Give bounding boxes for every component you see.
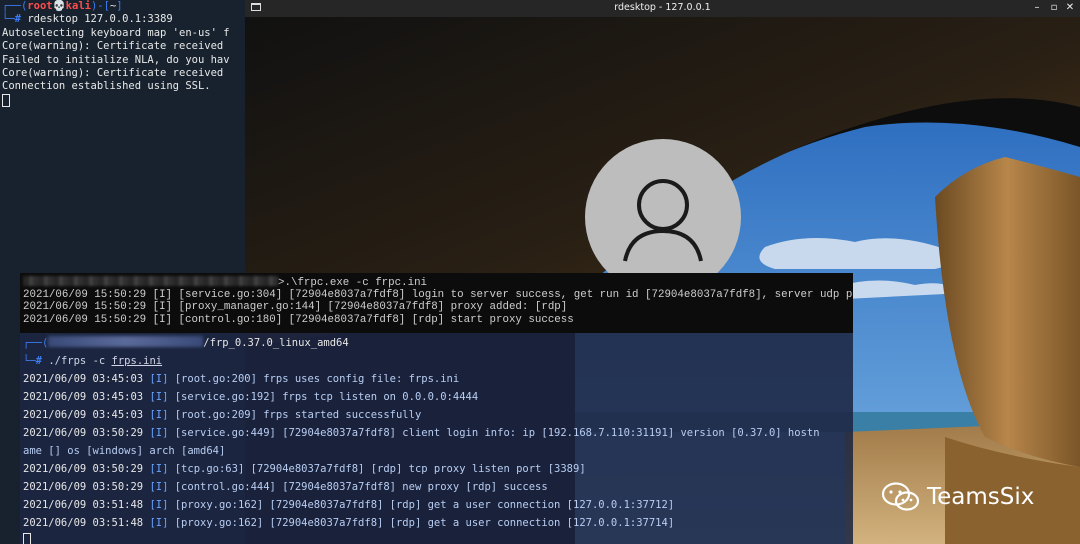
prompt-line-2: └─# rdesktop 127.0.0.1:3389 [2, 13, 173, 26]
frpc-log-line: 2021/06/09 15:50:29 [I] [proxy_manager.g… [23, 301, 568, 314]
frpc-command-line: >.\frpc.exe -c frpc.ini [23, 276, 853, 289]
frpc-log-line: 2021/06/09 15:50:29 [I] [control.go:180]… [23, 313, 574, 326]
frps-log-line: 2021/06/09 03:50:29 [I] [control.go:444]… [23, 481, 548, 493]
frps-log-line: 2021/06/09 03:50:29 [I] [tcp.go:63] [729… [23, 463, 586, 475]
minimize-button[interactable]: – [1031, 1, 1043, 15]
terminal-output: Autoselecting keyboard map 'en-us' f [2, 26, 230, 39]
redacted-prompt [48, 336, 204, 347]
frps-config-file: frps.ini [111, 355, 163, 367]
window-title: rdesktop - 127.0.0.1 [614, 2, 711, 13]
frps-log-line: 2021/06/09 03:45:03 [I] [root.go:209] fr… [23, 409, 422, 421]
rdesktop-command: rdesktop 127.0.0.1:3389 [27, 13, 173, 26]
frps-log-line: 2021/06/09 03:51:48 [I] [proxy.go:162] [… [23, 499, 675, 511]
frps-log-line: 2021/06/09 03:45:03 [I] [service.go:192]… [23, 391, 479, 403]
maximize-button[interactable]: ▫ [1048, 1, 1060, 15]
wechat-icon [881, 482, 920, 511]
logo-text: TeamsSix [927, 484, 1035, 510]
redacted-path [23, 276, 278, 286]
terminal-cursor [2, 93, 10, 107]
frpc-console[interactable]: >.\frpc.exe -c frpc.ini 2021/06/09 15:50… [20, 273, 853, 333]
terminal-output: Core(warning): Certificate received [2, 67, 224, 80]
terminal-output: Connection established using SSL. [2, 80, 211, 93]
frps-log-line: ame [] os [windows] arch [amd64] [23, 445, 226, 457]
prompt-line-1: ┌──(root💀kali)-[~] [2, 0, 123, 12]
teamssix-logo: TeamsSix [881, 479, 1034, 515]
terminal-output: Failed to initialize NLA, do you hav [2, 53, 230, 66]
frps-log-line: 2021/06/09 03:45:03 [I] [root.go:200] fr… [23, 373, 460, 385]
frpc-log-line: 2021/06/09 15:50:29 [I] [service.go:304]… [23, 289, 853, 302]
frps-log-line: 2021/06/09 03:50:29 [I] [service.go:449]… [23, 427, 820, 439]
frps-terminal[interactable]: ┌──(/frp_0.37.0_linux_amd64 └─# ./frps -… [20, 333, 853, 544]
rdesktop-titlebar[interactable]: rdesktop - 127.0.0.1 – ▫ ✕ [245, 0, 1080, 17]
frps-command: ./frps -c [48, 355, 112, 367]
terminal-cursor [23, 533, 31, 544]
frpc-command: >.\frpc.exe -c frpc.ini [278, 277, 428, 289]
user-avatar-icon[interactable] [585, 139, 741, 295]
close-button[interactable]: ✕ [1064, 1, 1076, 15]
frps-prompt-line-2: └─# ./frps -c frps.ini [23, 355, 163, 367]
frps-path: /frp_0.37.0_linux_amd64 [203, 337, 349, 349]
frps-log-line: 2021/06/09 03:51:48 [I] [proxy.go:162] [… [23, 517, 675, 529]
frps-prompt-line-1: ┌──(/frp_0.37.0_linux_amd64 [23, 336, 349, 349]
terminal-output: Core(warning): Certificate received [2, 40, 224, 53]
